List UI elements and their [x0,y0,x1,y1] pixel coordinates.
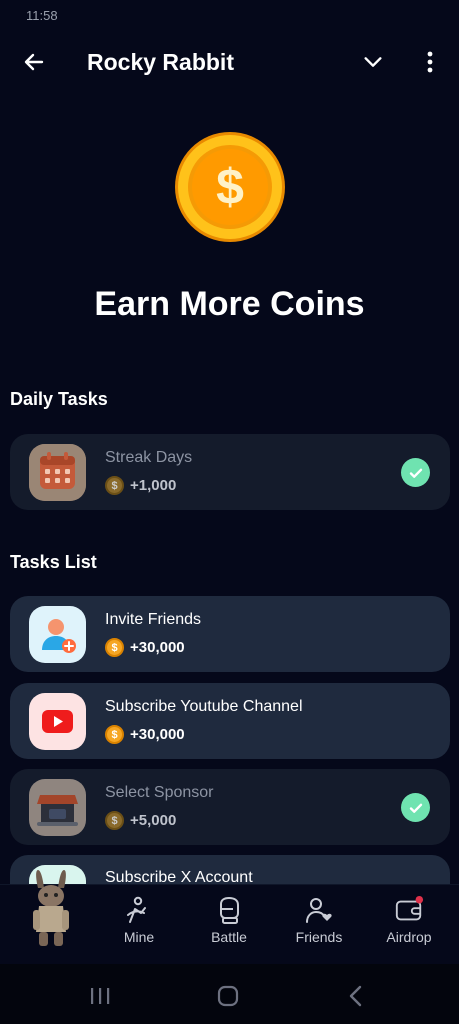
task-title: Invite Friends [105,611,202,628]
task-card-subscribe-youtube[interactable]: Subscribe Youtube Channel $ +30,000 [10,683,450,759]
task-reward: $ +1,000 [105,476,176,495]
nav-label: Mine [123,929,155,945]
hero-title: Earn More Coins [94,285,365,323]
status-bar: 11:58 [0,0,459,32]
add-user-icon [29,606,86,663]
friends-heart-icon [304,895,334,925]
check-icon [401,793,430,822]
nav-item-airdrop[interactable]: Airdrop [369,895,449,955]
app-title: Rocky Rabbit [87,49,234,75]
wallet-icon [394,895,424,925]
task-card-select-sponsor[interactable]: Select Sponsor $ +5,000 [10,769,450,845]
collapse-button[interactable] [358,46,388,78]
coin-icon: $ [105,725,124,744]
svg-text:$: $ [216,159,244,215]
back-button[interactable] [18,46,50,78]
task-card-streak-days[interactable]: Streak Days $ +1,000 [10,434,450,510]
notification-dot [415,895,424,904]
bottom-nav: Mine Battle Friends Airdrop [0,870,459,960]
youtube-icon [29,693,86,750]
nav-item-friends[interactable]: Friends [279,895,359,955]
reward-amount: +30,000 [130,726,185,743]
task-reward: $ +30,000 [105,725,185,744]
daily-tasks-heading: Daily Tasks [10,389,108,409]
task-title: Streak Days [105,449,193,466]
task-reward: $ +5,000 [105,811,176,830]
coin-icon: $ [105,476,124,495]
home-icon[interactable] [216,984,240,1008]
boxing-glove-icon [214,895,244,925]
coin-icon: $ [105,811,124,830]
more-options-button[interactable] [418,46,442,78]
rabbit-mascot-icon[interactable] [24,868,78,950]
recent-apps-icon[interactable] [88,986,112,1006]
system-nav-bar [0,964,459,1024]
coin-icon: $ [105,638,124,657]
shop-icon [29,779,86,836]
reward-amount: +5,000 [130,812,177,829]
back-nav-icon[interactable] [346,984,366,1008]
tasks-list-heading: Tasks List [10,552,97,572]
coin-icon: $ [173,130,287,244]
chevron-down-icon [364,57,382,67]
reward-amount: +30,000 [130,639,185,656]
more-vertical-icon [427,51,433,73]
task-reward: $ +30,000 [105,638,185,657]
nav-label: Friends [295,929,343,945]
arrow-left-icon [24,53,44,71]
reward-amount: +1,000 [130,477,177,494]
status-time: 11:58 [26,8,58,23]
nav-label: Battle [211,929,247,945]
task-title: Subscribe Youtube Channel [105,698,303,715]
task-title: Select Sponsor [105,784,214,801]
nav-item-battle[interactable]: Battle [189,895,269,955]
task-card-invite-friends[interactable]: Invite Friends $ +30,000 [10,596,450,672]
app-header: Rocky Rabbit [0,32,459,92]
calendar-icon [29,444,86,501]
pickaxe-icon [124,895,154,925]
check-icon [401,458,430,487]
nav-item-mine[interactable]: Mine [99,895,179,955]
nav-label: Airdrop [386,929,432,945]
